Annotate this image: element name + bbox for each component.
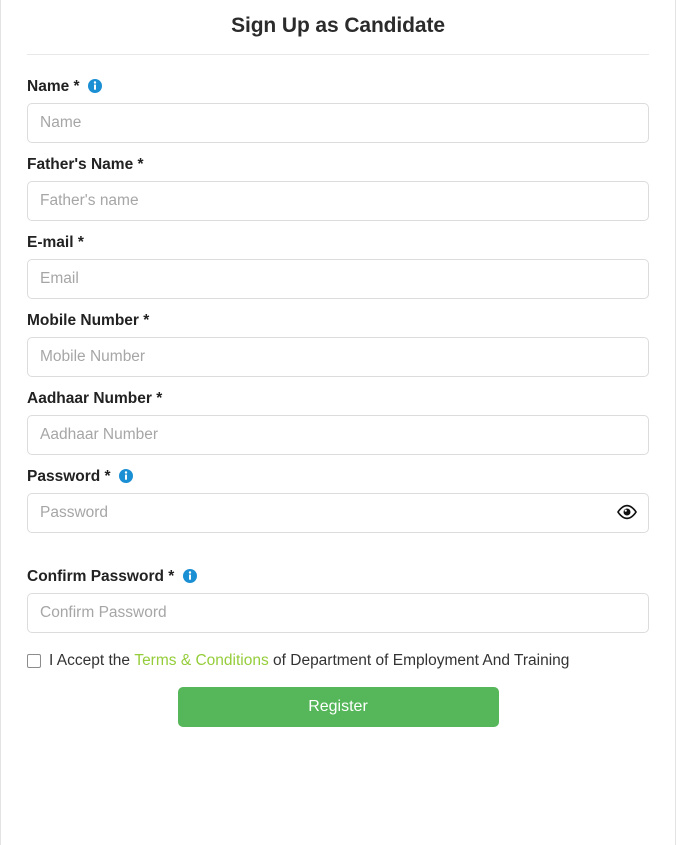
label-fathers-name: Father's Name * <box>27 156 144 173</box>
terms-and-conditions-link[interactable]: Terms & Conditions <box>134 651 268 671</box>
terms-text-before: I Accept the <box>49 652 130 669</box>
label-confirm-password: Confirm Password * <box>27 567 649 587</box>
email-input[interactable] <box>27 259 649 299</box>
signup-card: Sign Up as Candidate Name * Father's Nam… <box>0 0 676 845</box>
label-email: E-mail * <box>27 234 84 251</box>
field-group-password: Password * <box>27 467 649 533</box>
confirm-password-input[interactable] <box>27 593 649 633</box>
info-icon[interactable] <box>182 569 197 583</box>
info-icon[interactable] <box>87 79 102 93</box>
label-confirm-password-text: Confirm Password * <box>27 568 175 585</box>
info-icon[interactable] <box>118 469 133 483</box>
label-name: Name * <box>27 77 649 97</box>
aadhaar-number-input[interactable] <box>27 415 649 455</box>
label-password-text: Password * <box>27 468 111 485</box>
terms-acceptance-row: I Accept the Terms & Conditions of Depar… <box>27 651 649 671</box>
name-input[interactable] <box>27 103 649 143</box>
field-group-name: Name * <box>27 77 649 143</box>
password-input[interactable] <box>27 493 649 533</box>
toggle-password-visibility-button[interactable] <box>605 493 649 533</box>
title-divider <box>27 54 649 55</box>
mobile-number-input[interactable] <box>27 337 649 377</box>
label-mobile-number: Mobile Number * <box>27 312 150 329</box>
field-group-fathers-name: Father's Name * <box>27 155 649 221</box>
field-group-confirm-password: Confirm Password * <box>27 567 649 633</box>
submit-row: Register <box>27 687 649 727</box>
fathers-name-input[interactable] <box>27 181 649 221</box>
password-input-wrapper <box>27 493 649 533</box>
page-title: Sign Up as Candidate <box>231 14 445 37</box>
label-password: Password * <box>27 467 649 487</box>
terms-text-after: of Department of Employment And Training <box>273 652 570 669</box>
accept-terms-checkbox[interactable] <box>27 654 41 668</box>
field-group-aadhaar-number: Aadhaar Number * <box>27 389 649 455</box>
eye-icon <box>616 504 638 523</box>
field-group-mobile-number: Mobile Number * <box>27 311 649 377</box>
field-group-email: E-mail * <box>27 233 649 299</box>
register-button[interactable]: Register <box>177 687 499 727</box>
label-name-text: Name * <box>27 78 80 95</box>
label-aadhaar-number: Aadhaar Number * <box>27 390 163 407</box>
